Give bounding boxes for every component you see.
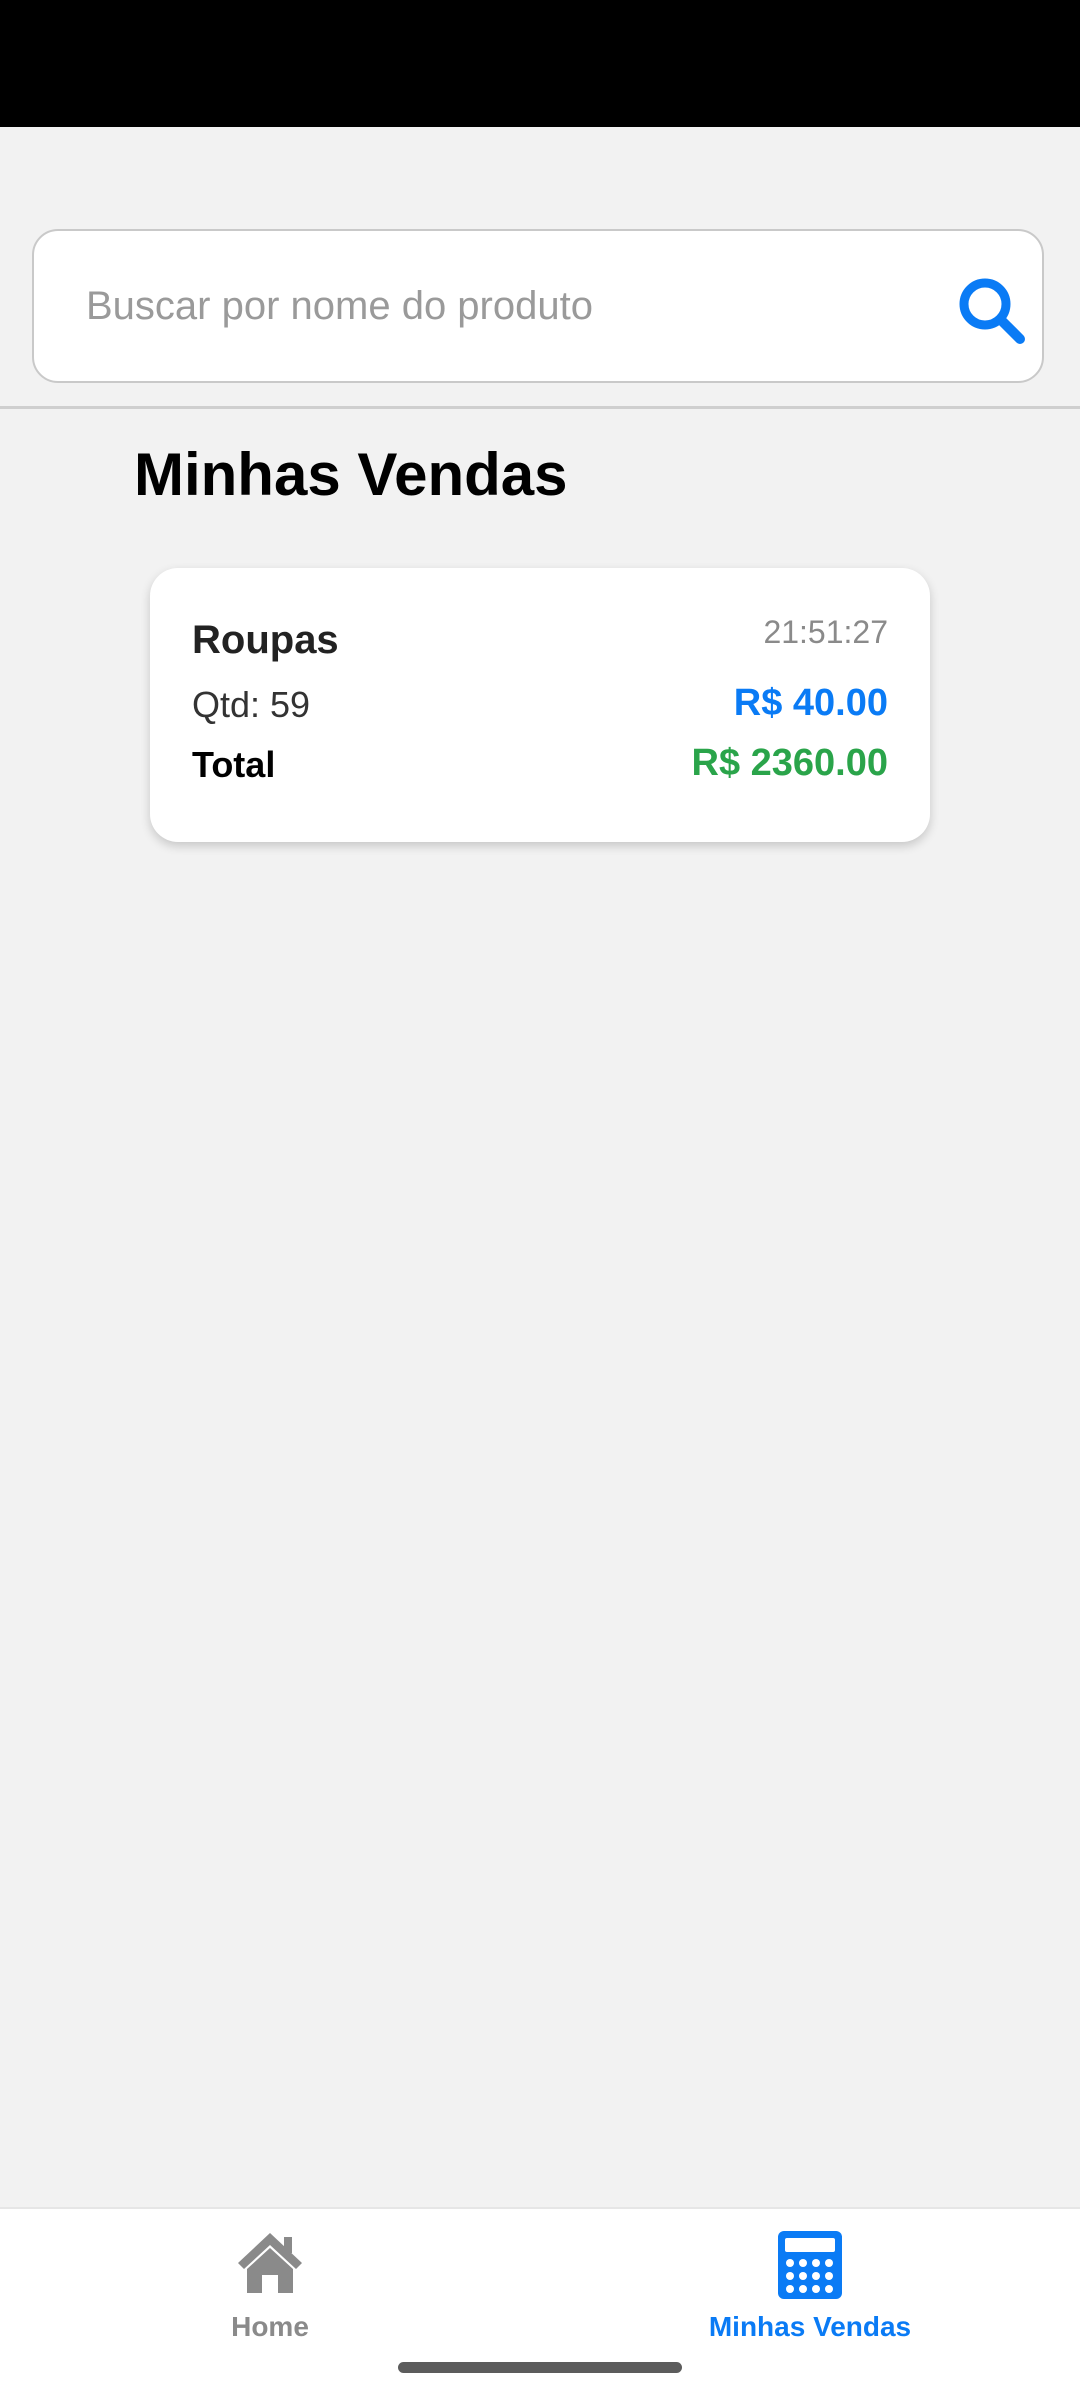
home-icon [238, 2233, 302, 2293]
page-title: Minhas Vendas [134, 441, 568, 508]
home-indicator[interactable] [398, 2362, 682, 2373]
unit-price: R$ 40.00 [733, 682, 888, 724]
quantity-label: Qtd: 59 [192, 684, 311, 725]
nav-label-home: Home [231, 2311, 309, 2342]
calculator-icon [778, 2231, 842, 2299]
nav-item-home[interactable]: Home [0, 2209, 540, 2359]
header-divider [0, 406, 1080, 409]
total-label: Total [192, 744, 276, 785]
nav-item-minhas-vendas[interactable]: Minhas Vendas [540, 2209, 1080, 2359]
sale-card: Roupas 21:51:27 Qtd: 59 R$ 40.00 Total R… [150, 568, 930, 842]
sale-time: 21:51:27 [763, 614, 888, 650]
search-icon[interactable] [956, 275, 1028, 347]
total-value: R$ 2360.00 [691, 742, 889, 784]
product-name: Roupas [192, 618, 339, 662]
search-bar[interactable] [32, 229, 1044, 383]
status-bar [0, 0, 1080, 127]
search-input[interactable] [86, 231, 926, 381]
nav-label-minhas-vendas: Minhas Vendas [708, 2311, 912, 2342]
